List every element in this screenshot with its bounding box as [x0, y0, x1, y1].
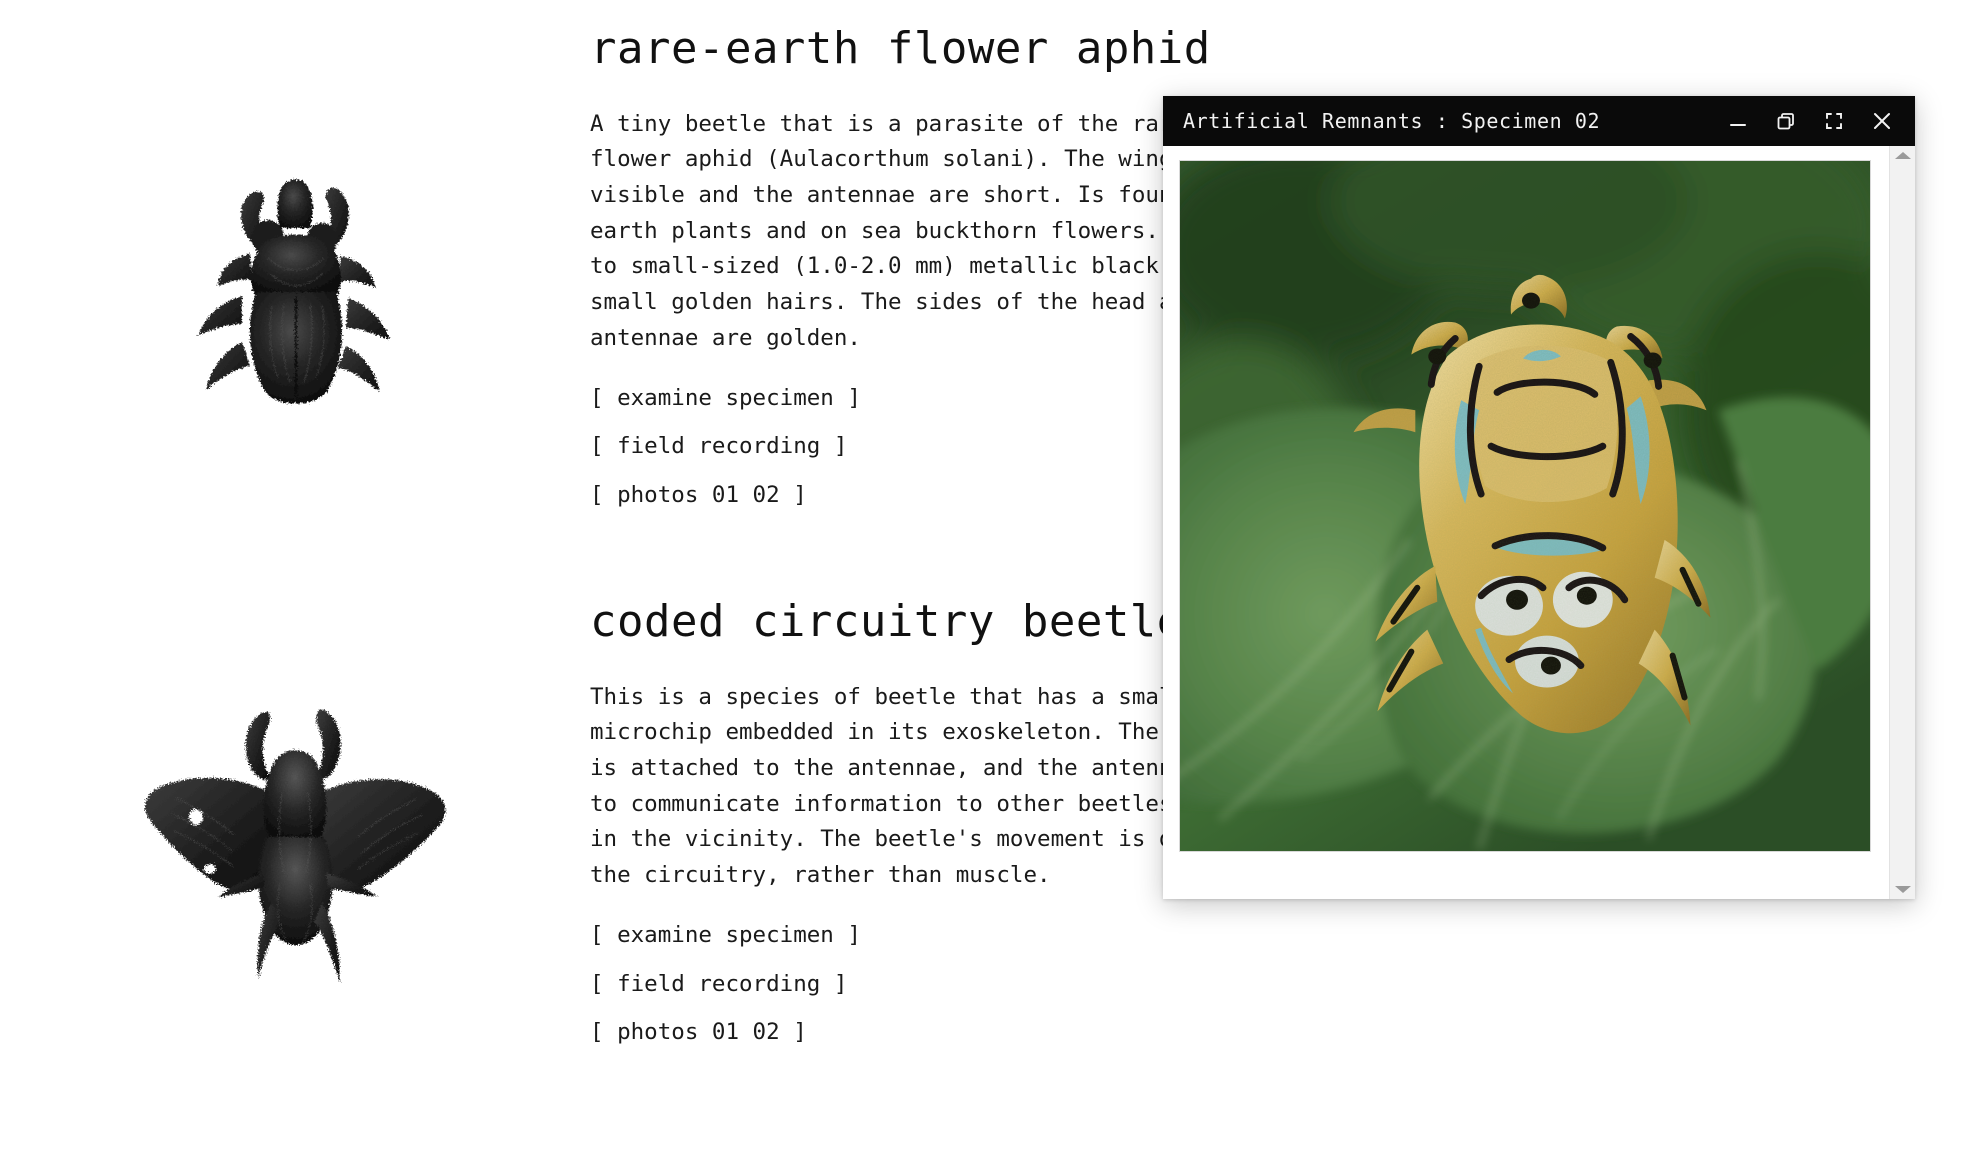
scroll-up-icon[interactable] [1894, 152, 1911, 159]
field-recording-link[interactable]: [ field recording ] [590, 967, 847, 1003]
specimen-render-image [198, 179, 390, 404]
restore-icon[interactable] [1773, 108, 1799, 134]
fullscreen-icon[interactable] [1821, 108, 1847, 134]
window-content [1163, 146, 1889, 899]
examine-specimen-link[interactable]: [ examine specimen ] [590, 381, 861, 417]
minimize-icon[interactable] [1725, 108, 1751, 134]
specimen-links: [ examine specimen ] [ field recording ]… [590, 918, 1920, 1051]
photos-link[interactable]: [ photos 01 02 ] [590, 1015, 807, 1051]
specimen-render-image [145, 709, 446, 983]
specimen-figure [0, 697, 590, 997]
photos-link[interactable]: [ photos 01 02 ] [590, 478, 807, 514]
examine-specimen-link[interactable]: [ examine specimen ] [590, 918, 861, 954]
field-recording-link[interactable]: [ field recording ] [590, 429, 847, 465]
specimen-photo-window[interactable]: Artificial Remnants : Specimen 02 [1163, 96, 1915, 899]
scrollbar-track[interactable] [1890, 159, 1915, 886]
specimen-photograph [1179, 160, 1871, 852]
page-title: rare-earth flower aphid [590, 23, 1211, 74]
close-icon[interactable] [1869, 108, 1895, 134]
window-scrollbar[interactable] [1889, 146, 1915, 899]
window-body [1163, 146, 1915, 899]
window-controls [1725, 108, 1901, 134]
specimen-figure [0, 146, 590, 416]
window-title: Artificial Remnants : Specimen 02 [1183, 109, 1601, 133]
scroll-down-icon[interactable] [1894, 886, 1911, 893]
window-titlebar[interactable]: Artificial Remnants : Specimen 02 [1163, 96, 1915, 146]
